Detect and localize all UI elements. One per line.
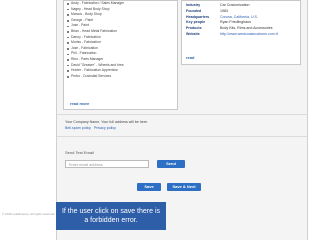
company-details-table: Industry Car Customization Founded 1983 Head…: [184, 3, 280, 38]
save-button[interactable]: Save: [137, 183, 161, 191]
send-divider: [57, 136, 307, 137]
details-read-more-link[interactable]: read: [186, 55, 194, 60]
spam-policy-link[interactable]: Bell.spam policy: [65, 126, 91, 130]
team-list-panel: Andy - Fabrication / Sales Manager Nagey …: [63, 0, 178, 110]
copyright-text: © 2015 sulekhacorp. All rights reserved.: [2, 212, 56, 216]
send-test-email-title: Send Test Email: [65, 150, 94, 155]
team-list: Andy - Fabrication / Sales Manager Nagey …: [66, 1, 124, 79]
send-button[interactable]: Send: [157, 160, 185, 168]
company-address-note: Your Company Name, Your full address wil…: [65, 120, 148, 124]
team-list-item: Pedro - Custodial Services: [66, 74, 124, 80]
company-details-panel: Industry Car Customization Founded 1983 Head…: [181, 0, 301, 65]
annotation-callout: If the user click on save there is a for…: [56, 202, 166, 230]
save-and-next-button[interactable]: Save & Next: [167, 183, 201, 191]
privacy-policy-link[interactable]: Privacy policy: [94, 126, 116, 130]
team-read-more-link[interactable]: read more: [70, 101, 89, 106]
detail-value[interactable]: http://www.westcoastcustoms.com.tt: [218, 32, 280, 38]
footer-links: Bell.spam policy Privacy policy: [65, 126, 118, 130]
footer-divider: [57, 114, 307, 115]
email-address-input[interactable]: Enter email address: [65, 160, 149, 168]
detail-row: Website http://www.westcoastcustoms.com.t…: [184, 32, 280, 38]
detail-key: Website: [186, 31, 200, 36]
